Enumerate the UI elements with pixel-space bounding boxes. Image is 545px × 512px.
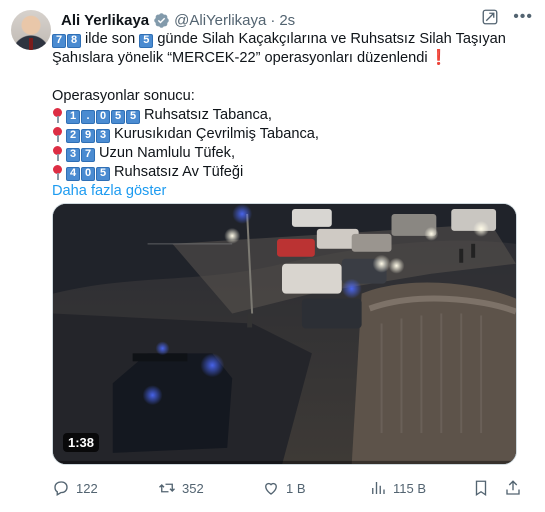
keycap-digit: 5 — [139, 33, 154, 48]
results-heading: Operasyonlar sonucu: — [52, 87, 530, 106]
grok-icon[interactable] — [481, 8, 499, 26]
tweet-text: 78 ilde son 5 günde Silah Kaçakçılarına … — [52, 30, 530, 201]
like-count: 1 B — [286, 480, 306, 496]
keycap-number: 78 — [52, 30, 85, 49]
tweet-timestamp[interactable]: 2s — [279, 12, 295, 29]
keycap-digit: 2 — [66, 128, 80, 143]
verified-badge-icon — [154, 12, 169, 28]
tweet-text-segment: Şahıslara yönelik “MERCEK-22” operasyonl… — [52, 50, 428, 66]
keycap-number: 293 — [66, 125, 114, 144]
keycap-number: 1.055 — [66, 106, 144, 125]
repost-button[interactable]: 352 — [158, 479, 204, 497]
keycap-number: 405 — [66, 163, 114, 182]
tweet-text-segment: günde Silah Kaçakçılarına ve Ruhsatsız S… — [157, 31, 506, 47]
reply-count: 122 — [76, 480, 98, 496]
results-heading-text: Operasyonlar sonucu: — [52, 88, 195, 104]
show-more-row: Daha fazla göster — [52, 182, 530, 201]
pin-icon — [52, 146, 63, 161]
share-button[interactable] — [504, 479, 522, 497]
author-name[interactable]: Ali Yerlikaya — [61, 12, 149, 29]
video-duration: 1:38 — [63, 433, 100, 452]
tweet-text-segment: ilde son — [85, 31, 136, 47]
keycap-digit: 3 — [96, 128, 110, 143]
reply-icon — [54, 481, 68, 496]
bookmark-icon — [475, 480, 487, 497]
keycap-digit: 0 — [96, 109, 110, 124]
tweet[interactable]: Ali Yerlikaya @AliYerlikaya · 2s ••• 78 … — [0, 0, 545, 512]
show-more-link[interactable]: Daha fazla göster — [52, 182, 166, 201]
tweet-line-2: Şahıslara yönelik “MERCEK-22” operasyonl… — [52, 49, 530, 68]
heart-icon — [265, 482, 277, 495]
exclamation-icon: ❗ — [429, 50, 448, 66]
result-text: Uzun Namlulu Tüfek, — [99, 145, 235, 161]
views-button[interactable]: 115 B — [369, 479, 426, 497]
result-item: 2 9 3 Kurusıkıdan Çevrilmiş Tabanca, — [52, 125, 530, 144]
result-text: Ruhsatsız Tabanca, — [144, 107, 272, 123]
video-thumbnail[interactable] — [53, 204, 516, 465]
keycap-digit: 8 — [67, 33, 81, 48]
keycap-digit: 7 — [52, 33, 66, 48]
repost-icon — [159, 483, 175, 493]
keycap-number: 5 — [139, 30, 157, 49]
result-text: Ruhsatsız Av Tüfeği — [114, 164, 244, 180]
result-item: 1. 0 5 5 Ruhsatsız Tabanca, — [52, 106, 530, 125]
views-count: 115 B — [393, 480, 427, 496]
keycap-digit: 5 — [111, 109, 125, 124]
result-item: 3 7 Uzun Namlulu Tüfek, — [52, 144, 530, 163]
keycap-digit: 4 — [66, 166, 80, 181]
keycap-digit: 7 — [81, 147, 95, 162]
keycap-digit: 3 — [66, 147, 80, 162]
video-player[interactable]: 1:38 — [52, 203, 517, 465]
tweet-line-1: 78 ilde son 5 günde Silah Kaçakçılarına … — [52, 30, 530, 49]
pin-icon — [52, 165, 63, 180]
keycap-digit: 1 — [66, 109, 80, 124]
keycap-digit: 9 — [81, 128, 95, 143]
views-icon — [372, 482, 385, 494]
keycap-digit: . — [81, 109, 95, 124]
result-text: Kurusıkıdan Çevrilmiş Tabanca, — [114, 126, 319, 142]
header-actions: ••• — [481, 8, 533, 26]
result-item: 4 0 5 Ruhsatsız Av Tüfeği — [52, 163, 530, 182]
keycap-digit: 5 — [96, 166, 110, 181]
like-button[interactable]: 1 B — [262, 479, 306, 497]
pin-icon — [52, 108, 63, 123]
reply-button[interactable]: 122 — [52, 479, 98, 497]
tweet-header: Ali Yerlikaya @AliYerlikaya · 2s — [61, 10, 295, 30]
author-handle[interactable]: @AliYerlikaya — [174, 12, 266, 29]
avatar[interactable] — [11, 10, 51, 50]
more-options-icon[interactable]: ••• — [513, 8, 533, 26]
pin-icon — [52, 127, 63, 142]
tweet-actions: 122 352 1 B 115 B — [52, 478, 522, 498]
keycap-number: 37 — [66, 144, 99, 163]
results-list: 1. 0 5 5 Ruhsatsız Tabanca, 2 9 3 Kurusıkıdan Çe… — [52, 106, 530, 182]
bookmark-button[interactable] — [472, 479, 490, 497]
keycap-digit: 5 — [126, 109, 140, 124]
share-icon — [506, 480, 520, 495]
separator-dot: · — [270, 11, 276, 29]
keycap-digit: 0 — [81, 166, 95, 181]
repost-count: 352 — [182, 480, 204, 496]
